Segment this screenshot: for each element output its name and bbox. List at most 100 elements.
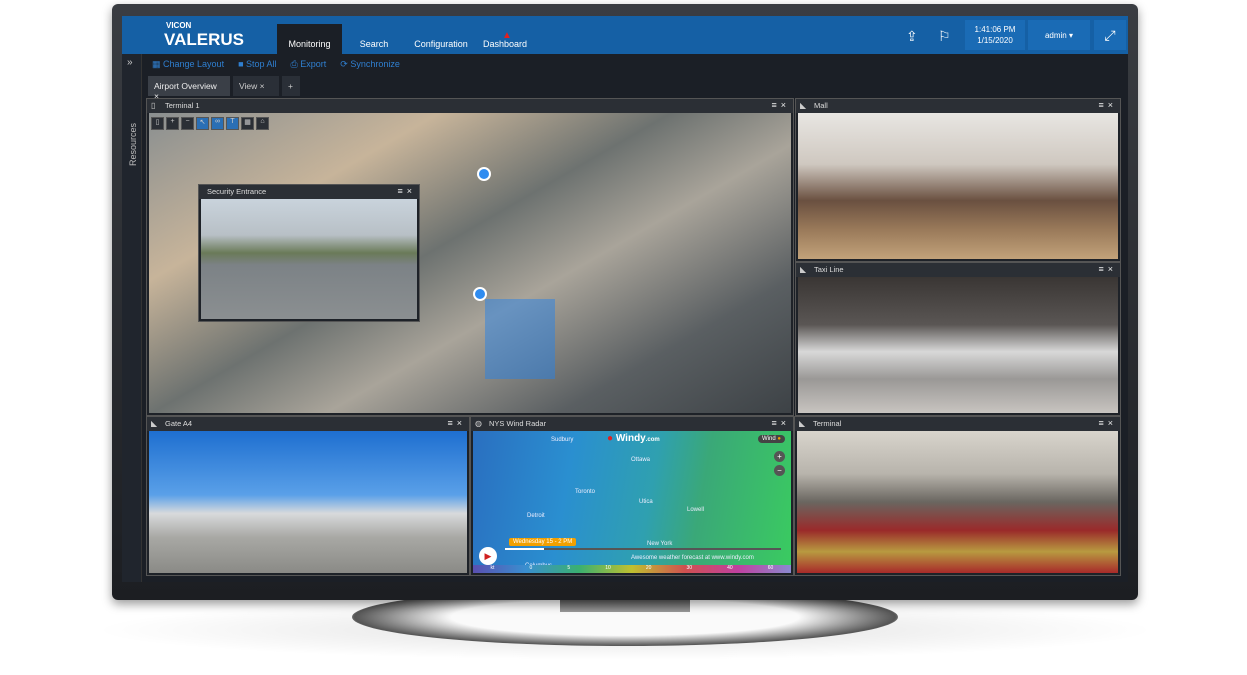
panel-terminal: ◣ Terminal ≡×: [794, 416, 1121, 576]
windy-logo: ● Windy.com: [607, 433, 660, 444]
panel-title: Taxi Line: [814, 265, 844, 274]
clock: 1:41:06 PM 1/15/2020: [965, 20, 1025, 50]
add-tab-button[interactable]: +: [282, 76, 300, 96]
home-icon[interactable]: ⌂: [256, 117, 269, 130]
sidebar: » Resources: [122, 54, 142, 582]
close-icon[interactable]: ×: [260, 81, 265, 91]
wind-scale-legend: kt 0 5 10 20 30 40 60: [473, 565, 791, 573]
city-label: Detroit: [527, 513, 545, 519]
close-icon[interactable]: ×: [1108, 100, 1117, 110]
map-icon: ▯: [151, 101, 156, 110]
city-label: Toronto: [575, 489, 596, 495]
change-layout-button[interactable]: ▦ Change Layout: [152, 59, 224, 70]
resources-label[interactable]: Resources: [128, 116, 138, 166]
close-icon[interactable]: ×: [781, 418, 790, 428]
nav-configuration[interactable]: Configuration: [408, 24, 474, 54]
map-icon[interactable]: ▯: [151, 117, 164, 130]
menu-icon[interactable]: ≡: [447, 418, 456, 428]
close-icon[interactable]: ×: [1108, 264, 1117, 274]
zoom-out-button[interactable]: −: [774, 465, 785, 476]
label: Stop All: [246, 59, 277, 69]
date: 1/15/2020: [977, 36, 1013, 45]
wind-map[interactable]: [473, 431, 791, 573]
city-label: Ottawa: [631, 457, 651, 463]
windy-footer[interactable]: Awesome weather forecast at www.windy.co…: [631, 555, 754, 561]
globe-icon: ◍: [475, 419, 482, 428]
camera-feed[interactable]: [798, 113, 1118, 259]
camera-feed[interactable]: [201, 199, 417, 319]
menu-icon[interactable]: ≡: [771, 418, 780, 428]
play-button[interactable]: ▶: [479, 547, 497, 565]
panel-title: Security Entrance: [207, 187, 267, 196]
zoom-in-button[interactable]: +: [774, 451, 785, 462]
camera-icon: ◣: [800, 265, 807, 274]
close-icon[interactable]: ×: [407, 186, 416, 196]
chevron-down-icon: ▾: [1069, 30, 1074, 40]
map-toolbar: ▯ + − ↖ ∞ T ▦ ⌂: [151, 117, 269, 130]
panel-title: NYS Wind Radar: [489, 419, 547, 428]
menu-icon[interactable]: ≡: [771, 100, 780, 110]
panel-title: Gate A4: [165, 419, 193, 428]
tab-label: View: [239, 81, 258, 91]
text-icon[interactable]: T: [226, 117, 239, 130]
city-label: Sudbury: [551, 437, 574, 443]
expand-icon[interactable]: »: [127, 57, 133, 68]
panel-title: Mall: [814, 101, 828, 110]
camera-feed[interactable]: [149, 431, 467, 573]
toolbar: ▦ Change Layout ■ Stop All ⎙ Export ⟳ Sy…: [144, 54, 1128, 74]
panel-nys-wind-radar: ◍ NYS Wind Radar ≡× ● Windy.com Wind ● + −…: [470, 416, 794, 576]
tab-view[interactable]: View ×: [233, 76, 279, 96]
label: Export: [300, 58, 327, 69]
panel-title: Terminal 1: [165, 101, 200, 110]
camera-icon: ◣: [151, 419, 158, 428]
user-menu[interactable]: admin ▾: [1028, 20, 1090, 50]
menu-icon[interactable]: ≡: [397, 186, 406, 196]
camera-icon: ◣: [799, 419, 806, 428]
city-label: New York: [647, 541, 673, 547]
fullscreen-icon[interactable]: ⤢: [1094, 20, 1126, 50]
nav-search[interactable]: Search: [350, 24, 398, 54]
layer-selector[interactable]: Wind ●: [758, 435, 785, 443]
stop-all-button[interactable]: ■ Stop All: [238, 59, 276, 69]
camera-marker-icon[interactable]: [477, 167, 491, 181]
share-icon[interactable]: ⇪: [906, 28, 918, 45]
nav-monitoring[interactable]: Monitoring: [277, 24, 342, 54]
close-icon[interactable]: ×: [1108, 418, 1117, 428]
tv-stand-neck: [560, 598, 690, 612]
label: Synchronize: [350, 58, 400, 69]
time-badge: Wednesday 15 - 2 PM: [509, 538, 577, 546]
tab-label: Airport Overview: [154, 81, 217, 91]
tab-airport-overview[interactable]: Airport Overview ×: [148, 76, 230, 101]
city-label: Lowell: [687, 507, 705, 513]
close-icon[interactable]: ×: [781, 100, 790, 110]
zoom-in-icon[interactable]: +: [166, 117, 179, 130]
synchronize-button[interactable]: ⟳ Synchronize: [340, 59, 400, 70]
link-icon[interactable]: ∞: [211, 117, 224, 130]
menu-icon[interactable]: ≡: [1098, 418, 1107, 428]
product-logo: VALERUS: [164, 30, 244, 49]
panel-mall: ◣ Mall ≡×: [795, 98, 1121, 262]
panel-taxi-line: ◣ Taxi Line ≡×: [795, 262, 1121, 416]
city-label: Utica: [639, 499, 653, 505]
timeline-slider[interactable]: [505, 548, 781, 550]
camera-fov: [485, 299, 555, 379]
nav-dashboard[interactable]: Dashboard: [480, 24, 530, 54]
camera-icon: ◣: [800, 101, 807, 110]
panel-gate-a4: ◣ Gate A4 ≡×: [146, 416, 470, 576]
company-logo: VICON: [166, 21, 192, 30]
menu-icon[interactable]: ≡: [1098, 264, 1107, 274]
panel-title: Terminal: [813, 419, 842, 428]
header: VICON VALERUS Monitoring Search Configur…: [122, 16, 1128, 54]
username: admin: [1044, 30, 1067, 40]
export-button[interactable]: ⎙ Export: [291, 59, 327, 70]
zoom-out-icon[interactable]: −: [181, 117, 194, 130]
time: 1:41:06 PM: [974, 25, 1016, 34]
panel-security-entrance: Security Entrance ≡×: [198, 184, 420, 322]
grid-icon[interactable]: ▦: [241, 117, 254, 130]
flag-icon[interactable]: ⚐: [938, 28, 951, 45]
pointer-icon[interactable]: ↖: [196, 117, 209, 130]
menu-icon[interactable]: ≡: [1098, 100, 1107, 110]
camera-feed[interactable]: [798, 277, 1118, 413]
close-icon[interactable]: ×: [457, 418, 466, 428]
camera-feed[interactable]: [797, 431, 1118, 573]
